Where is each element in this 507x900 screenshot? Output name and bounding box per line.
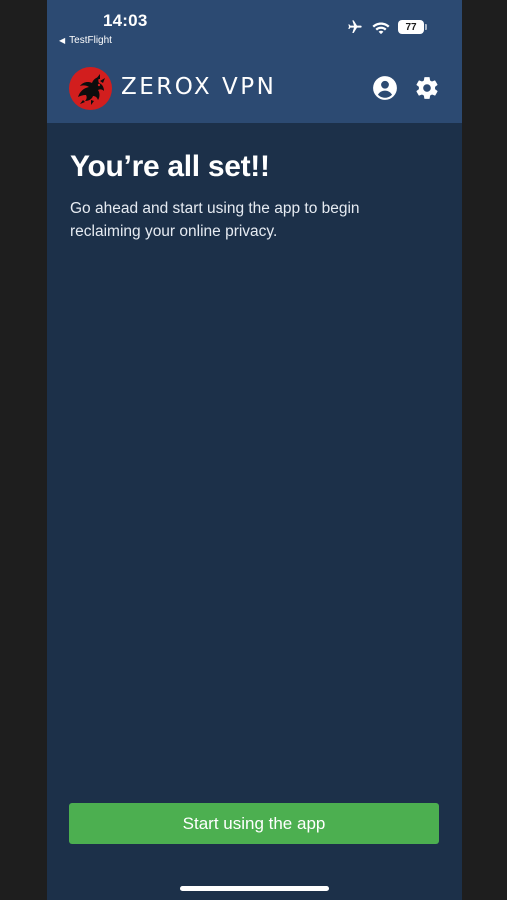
back-to-testflight[interactable]: ◀ TestFlight bbox=[59, 35, 112, 46]
home-indicator[interactable] bbox=[180, 886, 329, 891]
app-screen: 14:03 ◀ TestFlight 77 ZEROX VPN You’re a… bbox=[47, 0, 462, 900]
page-title: You’re all set!! bbox=[70, 150, 270, 183]
airplane-icon bbox=[348, 20, 362, 33]
status-indicators: 77 bbox=[346, 19, 427, 35]
battery-icon: 77 bbox=[398, 20, 427, 34]
page-subtitle: Go ahead and start using the app to begi… bbox=[70, 200, 360, 240]
wifi-icon bbox=[372, 22, 390, 34]
status-time: 14:03 bbox=[103, 11, 148, 30]
dragon-logo bbox=[69, 67, 112, 110]
settings-icon[interactable] bbox=[414, 75, 440, 101]
start-using-app-button[interactable]: Start using the app bbox=[69, 803, 439, 844]
app-brand-title: ZEROX VPN bbox=[121, 74, 277, 100]
back-arrow-icon: ◀ bbox=[59, 36, 66, 45]
back-app-label: TestFlight bbox=[69, 35, 112, 46]
account-icon[interactable] bbox=[372, 75, 398, 101]
battery-level: 77 bbox=[405, 21, 417, 33]
